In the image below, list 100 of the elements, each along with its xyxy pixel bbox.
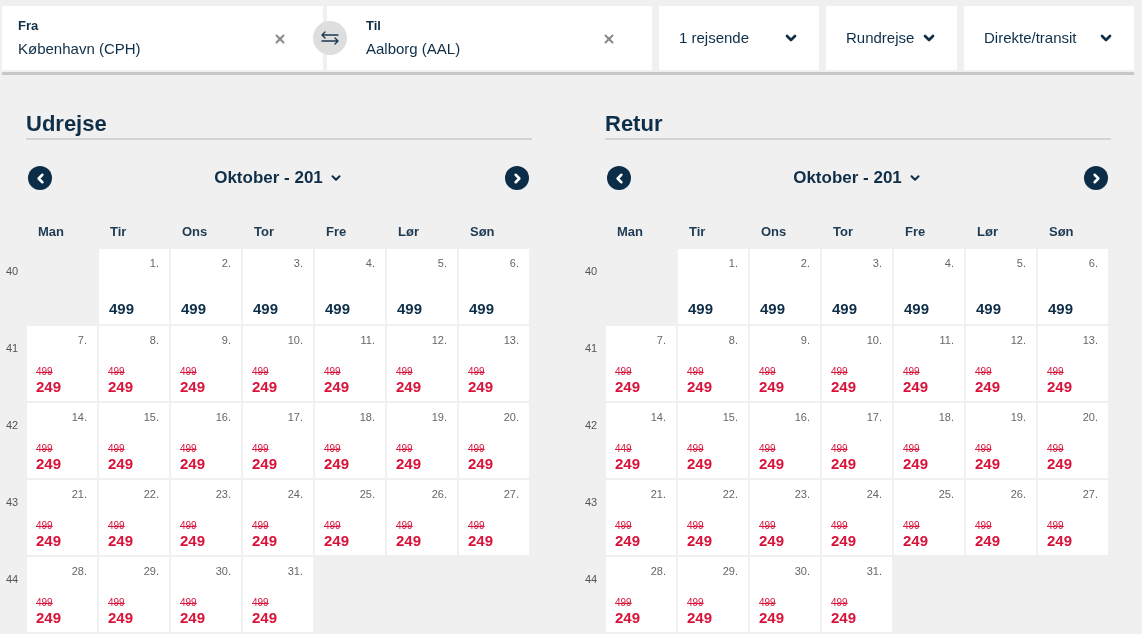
day-cell[interactable]: 23. 499 249 — [171, 480, 241, 555]
price: 499 — [181, 300, 207, 318]
day-cell[interactable]: 5. 499 — [387, 249, 457, 324]
day-number: 19. — [1010, 410, 1027, 424]
origin-field[interactable]: Fra København (CPH) — [2, 6, 323, 70]
prev-month-button[interactable] — [607, 166, 631, 190]
day-cell[interactable]: 14. 499 249 — [27, 403, 97, 478]
day-cell[interactable]: 20. 499 249 — [459, 403, 529, 478]
day-cell[interactable]: 3. 499 — [243, 249, 313, 324]
price: 249 — [468, 378, 494, 396]
day-cell[interactable]: 29. 499 249 — [678, 557, 748, 632]
day-cell[interactable]: 24. 499 249 — [243, 480, 313, 555]
dropdown-button[interactable]: 1 rejsende — [659, 6, 819, 70]
day-cell[interactable]: 6. 499 — [1038, 249, 1108, 324]
old-price: 499 — [252, 520, 269, 532]
day-cell[interactable]: 2. 499 — [750, 249, 820, 324]
clear-button[interactable] — [273, 32, 287, 46]
section-heading: Retur — [605, 111, 663, 137]
day-cell[interactable]: 26. 499 249 — [387, 480, 457, 555]
price: 249 — [903, 532, 929, 550]
price: 499 — [688, 300, 714, 318]
old-price: 499 — [831, 597, 848, 609]
day-cell[interactable]: 12. 499 249 — [387, 326, 457, 401]
day-cell[interactable]: 22. 499 249 — [678, 480, 748, 555]
old-price: 499 — [108, 520, 125, 532]
day-cell[interactable]: 10. 499 249 — [243, 326, 313, 401]
day-number: 17. — [287, 410, 304, 424]
day-cell[interactable]: 31. 499 249 — [822, 557, 892, 632]
old-price: 499 — [831, 520, 848, 532]
day-cell[interactable]: 19. 499 249 — [966, 403, 1036, 478]
old-price: 499 — [687, 597, 704, 609]
old-price: 499 — [468, 520, 485, 532]
day-cell[interactable]: 15. 499 249 — [678, 403, 748, 478]
next-month-button[interactable] — [505, 166, 529, 190]
next-month-button[interactable] — [1084, 166, 1108, 190]
day-cell[interactable]: 5. 499 — [966, 249, 1036, 324]
day-cell[interactable]: 21. 499 249 — [27, 480, 97, 555]
dropdown-button[interactable]: Direkte/transit — [964, 6, 1134, 70]
day-cell[interactable]: 25. 499 249 — [894, 480, 964, 555]
day-cell[interactable]: 3. 499 — [822, 249, 892, 324]
day-cell[interactable]: 6. 499 — [459, 249, 529, 324]
clear-button[interactable] — [602, 32, 616, 46]
month-dropdown[interactable]: Oktober - 201 — [793, 167, 922, 189]
day-cell[interactable]: 17. 499 249 — [822, 403, 892, 478]
day-cell[interactable]: 20. 499 249 — [1038, 403, 1108, 478]
day-number: 26. — [431, 487, 448, 501]
day-cell[interactable]: 9. 499 249 — [171, 326, 241, 401]
day-cell[interactable]: 27. 499 249 — [1038, 480, 1108, 555]
day-number: 27. — [1082, 487, 1099, 501]
old-price: 499 — [687, 366, 704, 378]
dropdown-button[interactable]: Rundrejse — [826, 6, 957, 70]
day-cell[interactable]: 9. 499 249 — [750, 326, 820, 401]
old-price: 499 — [396, 520, 413, 532]
day-cell[interactable]: 30. 499 249 — [171, 557, 241, 632]
day-cell[interactable]: 1. 499 — [99, 249, 169, 324]
day-cell[interactable]: 11. 499 249 — [894, 326, 964, 401]
section-heading: Udrejse — [26, 111, 107, 137]
day-cell[interactable]: 15. 499 249 — [99, 403, 169, 478]
day-cell[interactable]: 18. 499 249 — [315, 403, 385, 478]
day-cell[interactable]: 2. 499 — [171, 249, 241, 324]
day-number: 8. — [149, 333, 160, 347]
day-cell[interactable]: 13. 499 249 — [459, 326, 529, 401]
day-cell[interactable]: 21. 499 249 — [606, 480, 676, 555]
day-cell[interactable]: 1. 499 — [678, 249, 748, 324]
field-value: Aalborg (AAL) — [366, 39, 461, 59]
day-cell[interactable]: 28. 499 249 — [606, 557, 676, 632]
day-cell[interactable]: 28. 499 249 — [27, 557, 97, 632]
day-cell[interactable]: 16. 499 249 — [750, 403, 820, 478]
day-cell[interactable]: 4. 499 — [894, 249, 964, 324]
day-cell[interactable]: 29. 499 249 — [99, 557, 169, 632]
day-cell[interactable]: 14. 449 249 — [606, 403, 676, 478]
destination-field[interactable]: Til Aalborg (AAL) — [327, 6, 652, 70]
day-cell[interactable]: 10. 499 249 — [822, 326, 892, 401]
day-cell[interactable]: 7. 499 249 — [27, 326, 97, 401]
old-price: 499 — [180, 443, 197, 455]
day-cell[interactable]: 16. 499 249 — [171, 403, 241, 478]
day-number: 15. — [722, 410, 739, 424]
day-cell[interactable]: 31. 499 249 — [243, 557, 313, 632]
day-cell[interactable]: 7. 499 249 — [606, 326, 676, 401]
day-cell[interactable]: 8. 499 249 — [678, 326, 748, 401]
day-cell[interactable]: 17. 499 249 — [243, 403, 313, 478]
day-cell[interactable]: 12. 499 249 — [966, 326, 1036, 401]
day-number: 20. — [1082, 410, 1099, 424]
day-cell[interactable]: 22. 499 249 — [99, 480, 169, 555]
day-cell[interactable]: 4. 499 — [315, 249, 385, 324]
day-cell[interactable]: 13. 499 249 — [1038, 326, 1108, 401]
day-cell[interactable]: 19. 499 249 — [387, 403, 457, 478]
day-cell[interactable]: 27. 499 249 — [459, 480, 529, 555]
prev-month-button[interactable] — [28, 166, 52, 190]
day-cell[interactable]: 23. 499 249 — [750, 480, 820, 555]
month-dropdown[interactable]: Oktober - 201 — [214, 167, 343, 189]
old-price: 499 — [759, 366, 776, 378]
weekday-label: Lør — [977, 224, 998, 239]
day-cell[interactable]: 11. 499 249 — [315, 326, 385, 401]
day-cell[interactable]: 18. 499 249 — [894, 403, 964, 478]
day-cell[interactable]: 24. 499 249 — [822, 480, 892, 555]
day-cell[interactable]: 25. 499 249 — [315, 480, 385, 555]
day-cell[interactable]: 30. 499 249 — [750, 557, 820, 632]
day-cell[interactable]: 8. 499 249 — [99, 326, 169, 401]
day-cell[interactable]: 26. 499 249 — [966, 480, 1036, 555]
